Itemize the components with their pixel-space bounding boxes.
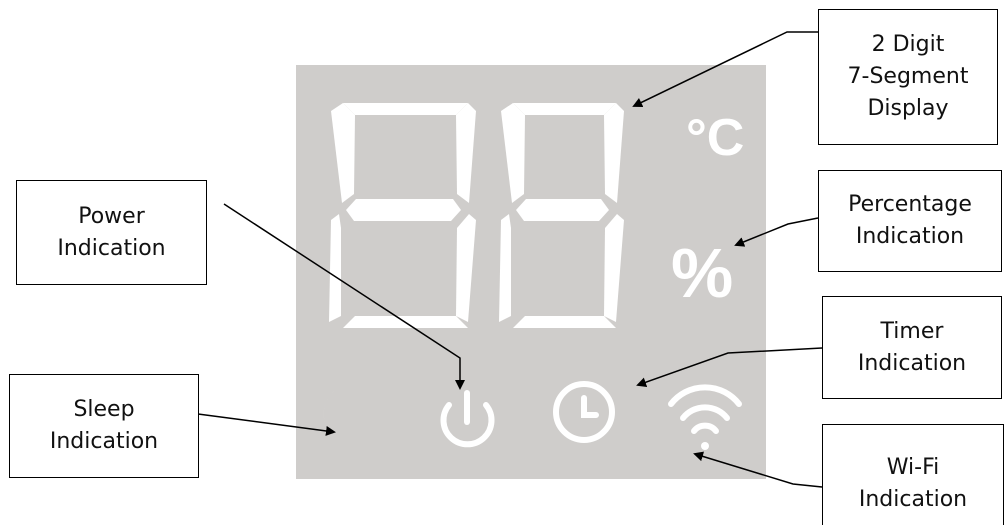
segment-c (456, 214, 476, 322)
seven-segment-digit-1 (329, 103, 476, 328)
callout-percentage: Percentage Indication (818, 170, 1002, 272)
segment-g (516, 199, 609, 221)
callout-wifi: Wi-Fi Indication (822, 424, 1004, 525)
segment-a (513, 103, 616, 115)
segment-b (456, 103, 476, 203)
segment-e (499, 214, 511, 322)
timer-arrow (636, 347, 823, 388)
segment-f (501, 103, 525, 203)
callout-power-line-1: Power (78, 203, 145, 229)
power-icon (440, 390, 495, 448)
callout-display: 2 Digit 7-Segment Display (818, 9, 998, 145)
diagram-canvas: °C % 2 Digit 7-Segment Display Percentag… (0, 0, 1008, 525)
power-arrow (223, 203, 465, 390)
celsius-icon: °C (686, 109, 744, 167)
callout-timer-line-1: Timer (880, 318, 944, 344)
callout-display-line-2: 7-Segment (847, 64, 969, 89)
callout-power: Power Indication (16, 180, 207, 285)
percent-icon: % (671, 234, 733, 312)
callout-wifi-line-1: Wi-Fi (886, 455, 940, 480)
callout-sleep-line-1: Sleep (73, 397, 135, 422)
callout-timer-line-2: Indication (857, 350, 967, 376)
callout-power-line-2: Indication (57, 235, 166, 261)
wifi-icon (668, 384, 742, 450)
segment-f (331, 103, 355, 203)
segment-g (346, 199, 461, 221)
callout-percentage-line-2: Indication (855, 224, 965, 249)
segment-b (604, 103, 624, 203)
callout-wifi-line-2: Indication (858, 487, 968, 512)
segment-e (329, 214, 341, 322)
segment-d (513, 316, 616, 328)
moon-icon (323, 388, 371, 445)
sleep-arrow (197, 413, 336, 436)
callout-timer: Timer Indication (822, 296, 1002, 399)
callout-sleep: Sleep Indication (9, 374, 199, 478)
display-arrow (632, 31, 818, 108)
callout-percentage-line-1: Percentage (848, 192, 972, 217)
callout-display-line-3: Display (867, 96, 949, 121)
callout-display-line-1: 2 Digit (871, 32, 945, 57)
segment-a (343, 103, 468, 115)
percentage-arrow (734, 217, 819, 247)
segment-c (604, 214, 624, 322)
seven-segment-digit-2 (499, 103, 624, 328)
clock-icon (553, 381, 615, 443)
wifi-arrow (693, 451, 823, 488)
callout-sleep-line-2: Indication (49, 429, 159, 454)
